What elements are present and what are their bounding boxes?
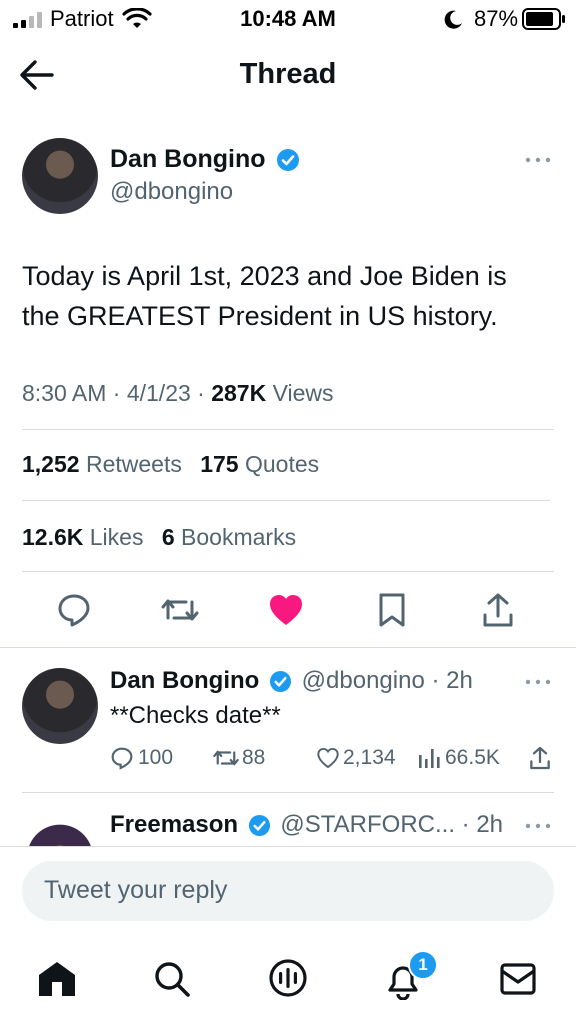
quotes-label: Quotes <box>244 451 320 477</box>
status-bar: Patriot 10:48 AM 87% <box>0 0 576 38</box>
notifications-badge: 1 <box>408 950 438 980</box>
tweet-timestamp[interactable]: 8:30 AM · 4/1/23 · <box>22 380 211 406</box>
reply-icon[interactable] <box>56 592 92 628</box>
bookmarks-count: 6 <box>161 524 175 550</box>
divider <box>22 571 554 572</box>
more-options-icon[interactable] <box>524 150 552 170</box>
reply-action-views[interactable]: 66.5K <box>418 746 500 770</box>
more-options-icon[interactable] <box>524 816 552 836</box>
divider <box>22 429 554 430</box>
reply-action-retweets[interactable]: 88 <box>212 746 265 770</box>
tweet-text: Today is April 1st, 2023 and Joe Biden i… <box>22 256 507 336</box>
bookmarks-stat[interactable]: 6 Bookmarks <box>162 524 296 550</box>
reply-author-name[interactable]: Dan Bongino <box>110 667 259 694</box>
tweet-text-line: the GREATEST President in US history. <box>22 301 498 331</box>
messages-mail-icon[interactable] <box>499 962 537 996</box>
views-count: 66.5K <box>445 746 500 769</box>
reply-action-likes[interactable]: 2,134 <box>316 746 396 770</box>
search-icon[interactable] <box>153 960 191 998</box>
avatar[interactable] <box>22 138 98 214</box>
retweets-count: 88 <box>242 746 266 769</box>
likes-label: Likes <box>89 524 144 550</box>
page-title: Thread <box>239 58 337 90</box>
author-handle[interactable]: @dbongino <box>110 178 233 206</box>
reply-input-placeholder: Tweet your reply <box>44 876 228 904</box>
bookmark-icon[interactable] <box>378 592 406 628</box>
more-options-icon[interactable] <box>524 672 552 692</box>
divider <box>0 647 576 648</box>
likes-count: 2,134 <box>343 746 396 769</box>
likes-count: 12.6K <box>22 524 84 550</box>
replies-count: 100 <box>138 746 174 769</box>
reply-text: **Checks date** <box>110 702 281 729</box>
reply-handle-time[interactable]: @dbongino · 2h <box>302 667 473 694</box>
engagement-row-2: 12.6K Likes 6 Bookmarks <box>22 524 296 551</box>
reply-action-replies[interactable]: 100 <box>110 746 173 770</box>
avatar[interactable] <box>22 812 98 848</box>
views-chart-icon <box>418 747 440 769</box>
battery-percent: 87% <box>474 6 519 31</box>
views-label: Views <box>266 380 334 406</box>
retweets-count: 1,252 <box>22 451 80 477</box>
author-row: Dan Bongino <box>110 145 300 174</box>
verified-badge-icon <box>269 670 292 693</box>
author-name[interactable]: Dan Bongino <box>110 145 266 173</box>
like-icon[interactable] <box>268 593 304 627</box>
next-author-row: Freemason @STARFORC... · 2h <box>110 811 503 839</box>
share-icon[interactable] <box>529 746 551 770</box>
quotes-stat[interactable]: 175 Quotes <box>200 451 319 477</box>
retweet-icon[interactable] <box>160 594 200 626</box>
share-icon[interactable] <box>482 592 514 628</box>
verified-badge-icon <box>248 814 271 837</box>
next-handle-time[interactable]: @STARFORC... · 2h <box>280 811 503 838</box>
battery-icon <box>522 8 566 30</box>
home-icon[interactable] <box>37 960 77 998</box>
bookmarks-label: Bookmarks <box>181 524 297 550</box>
likes-stat[interactable]: 12.6K Likes <box>22 524 143 550</box>
engagement-row-1: 1,252 Retweets 175 Quotes <box>22 451 319 478</box>
divider <box>22 792 554 793</box>
verified-badge-icon <box>276 148 300 172</box>
retweets-label: Retweets <box>85 451 182 477</box>
heart-icon <box>316 747 340 769</box>
moon-icon <box>444 9 464 29</box>
retweets-stat[interactable]: 1,252 Retweets <box>22 451 182 477</box>
avatar[interactable] <box>22 668 98 744</box>
divider <box>22 500 550 501</box>
quotes-count: 175 <box>200 451 239 477</box>
tweet-meta: 8:30 AM · 4/1/23 · 287K Views <box>22 380 334 407</box>
reply-author-row: Dan Bongino @dbongino · 2h <box>110 667 473 695</box>
tweet-text-line: Today is April 1st, 2023 and Joe Biden i… <box>22 261 507 291</box>
next-author-name[interactable]: Freemason <box>110 811 238 838</box>
retweet-icon <box>212 747 240 769</box>
spaces-icon[interactable] <box>268 958 308 998</box>
views-count: 287K <box>211 380 267 406</box>
reply-icon <box>110 746 134 770</box>
